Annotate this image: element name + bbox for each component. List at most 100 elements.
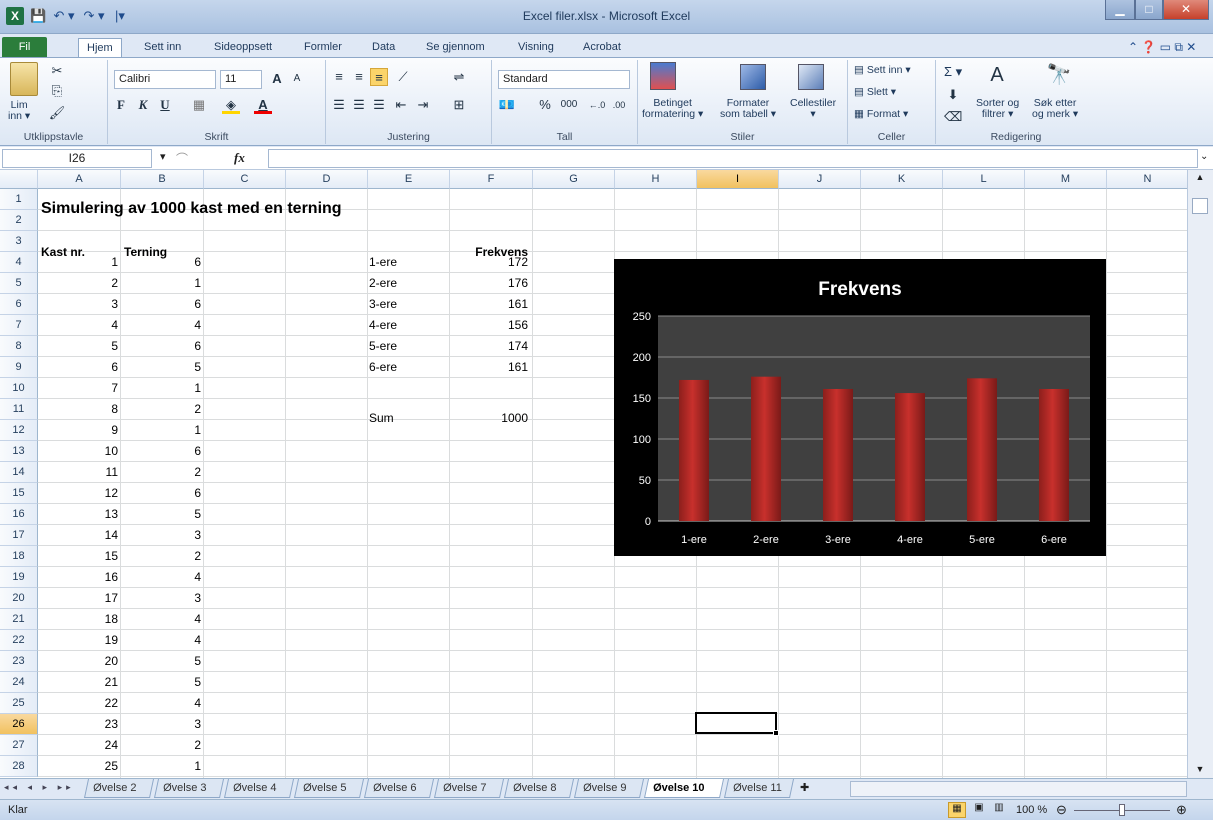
cell-terning[interactable]: 6 (121, 294, 204, 314)
currency-icon[interactable]: 💶 (498, 96, 516, 114)
column-header-l[interactable]: L (943, 170, 1025, 189)
tab-acrobat[interactable]: Acrobat (575, 38, 629, 58)
row-header[interactable]: 3 (0, 231, 38, 252)
merge-center-icon[interactable]: ⊞ (450, 96, 468, 114)
sort-filter-icon[interactable]: A (984, 65, 1010, 92)
cell-terning[interactable]: 4 (121, 693, 204, 713)
cell-terning[interactable]: 6 (121, 252, 204, 272)
row-header[interactable]: 4 (0, 252, 38, 273)
align-bottom-icon[interactable]: ≡ (370, 68, 388, 86)
new-sheet-icon[interactable]: ✚ (800, 781, 809, 794)
cell-kast-nr[interactable]: 24 (38, 735, 121, 755)
expand-formula-bar-icon[interactable]: ⌄ (1200, 151, 1208, 162)
cell-terning[interactable]: 3 (121, 525, 204, 545)
cell-terning[interactable]: 2 (121, 399, 204, 419)
cell-kast-nr[interactable]: 16 (38, 567, 121, 587)
align-top-icon[interactable]: ≡ (330, 68, 348, 86)
insert-cells-button[interactable]: ▤ Sett inn ▾ (854, 64, 911, 76)
cancel-icon[interactable]: ⌒ (176, 150, 188, 167)
cell-terning[interactable]: 2 (121, 462, 204, 482)
font-color-icon[interactable]: A (254, 96, 272, 114)
cell-terning[interactable]: 4 (121, 630, 204, 650)
worksheet-grid[interactable]: ABCDEFGHIJKLMN 1 2 3 4 5 6 7 8 9 10 11 12 13 14 15 16 17… (0, 170, 1187, 778)
column-header-f[interactable]: F (450, 170, 533, 189)
row-header[interactable]: 22 (0, 630, 38, 651)
row-header[interactable]: 2 (0, 210, 38, 231)
cell-kast-nr[interactable]: 10 (38, 441, 121, 461)
row-header[interactable]: 21 (0, 609, 38, 630)
freq-value[interactable]: 161 (448, 357, 531, 377)
decrease-indent-icon[interactable]: ⇤ (392, 96, 410, 114)
tab-formulas[interactable]: Formler (296, 38, 350, 58)
cell-terning[interactable]: 3 (121, 588, 204, 608)
row-header[interactable]: 24 (0, 672, 38, 693)
zoom-in-icon[interactable]: ⊕ (1176, 802, 1187, 818)
cell-kast-nr[interactable]: 21 (38, 672, 121, 692)
freq-label[interactable]: 3-ere (366, 294, 400, 314)
format-cells-button[interactable]: ▦ Format ▾ (854, 108, 908, 120)
freq-value[interactable]: 172 (448, 252, 531, 272)
freq-label[interactable]: 6-ere (366, 357, 400, 377)
cell-terning[interactable]: 5 (121, 357, 204, 377)
sheet-tab[interactable]: Øvelse 9 (573, 779, 645, 798)
format-as-table-icon[interactable] (740, 64, 766, 90)
shrink-font-icon[interactable]: A (288, 70, 306, 88)
italic-button[interactable]: K (134, 96, 152, 114)
name-box[interactable]: I26 (2, 149, 152, 168)
fill-icon[interactable]: ⬇ (944, 86, 962, 104)
frequency-chart[interactable]: Frekvens 0 50 100 150 200 250 1-ere 2-ere 3-ere 4-… (614, 259, 1106, 556)
select-all-corner[interactable] (0, 170, 38, 189)
percent-button[interactable]: % (536, 96, 554, 114)
cell-kast-nr[interactable]: 14 (38, 525, 121, 545)
conditional-formatting-button[interactable]: Betinget formatering ▾ (642, 98, 703, 120)
column-header-g[interactable]: G (533, 170, 615, 189)
sum-label[interactable]: Sum (366, 408, 397, 428)
cell-terning[interactable]: 2 (121, 546, 204, 566)
row-header[interactable]: 19 (0, 567, 38, 588)
column-header-c[interactable]: C (204, 170, 286, 189)
row-header[interactable]: 25 (0, 693, 38, 714)
cell-styles-button[interactable]: Cellestiler ▾ (790, 98, 836, 120)
row-header[interactable]: 5 (0, 273, 38, 294)
cell-terning[interactable]: 5 (121, 504, 204, 524)
cell-kast-nr[interactable]: 12 (38, 483, 121, 503)
number-format-combo[interactable]: Standard (498, 70, 630, 89)
sheet-tab[interactable]: Øvelse 6 (363, 779, 435, 798)
cell-kast-nr[interactable]: 6 (38, 357, 121, 377)
column-header-a[interactable]: A (38, 170, 121, 189)
paste-icon[interactable] (10, 62, 38, 96)
cell-kast-nr[interactable]: 9 (38, 420, 121, 440)
column-header-b[interactable]: B (121, 170, 204, 189)
thousands-button[interactable]: 000 (556, 96, 582, 114)
cell-kast-nr[interactable]: 15 (38, 546, 121, 566)
row-header[interactable]: 26 (0, 714, 38, 735)
row-header[interactable]: 20 (0, 588, 38, 609)
format-as-table-button[interactable]: Formater som tabell ▾ (720, 98, 776, 120)
cell-kast-nr[interactable]: 1 (38, 252, 121, 272)
freq-label[interactable]: 1-ere (366, 252, 400, 272)
cell-terning[interactable]: 4 (121, 609, 204, 629)
cell-kast-nr[interactable]: 17 (38, 588, 121, 608)
row-header[interactable]: 1 (0, 189, 38, 210)
column-header-e[interactable]: E (368, 170, 450, 189)
tab-review[interactable]: Se gjennom (418, 38, 493, 58)
sheet-tab[interactable]: Øvelse 8 (503, 779, 575, 798)
copy-icon[interactable]: ⎘ (48, 82, 66, 100)
column-header-i[interactable]: I (697, 170, 779, 189)
cell-kast-nr[interactable]: 18 (38, 609, 121, 629)
fill-handle[interactable] (773, 730, 779, 736)
cell-kast-nr[interactable]: 8 (38, 399, 121, 419)
row-header[interactable]: 8 (0, 336, 38, 357)
name-box-dropdown-icon[interactable]: ▾ (160, 150, 166, 163)
orientation-icon[interactable]: ⟋ (394, 68, 412, 86)
scroll-down-icon[interactable]: ▼ (1192, 764, 1208, 776)
underline-button[interactable]: U (156, 96, 174, 114)
normal-view-icon[interactable]: ▦ (948, 802, 966, 818)
zoom-level[interactable]: 100 % (1016, 804, 1047, 816)
font-size-combo[interactable]: 11 (220, 70, 262, 89)
cell-terning[interactable]: 4 (121, 315, 204, 335)
align-right-icon[interactable]: ☰ (370, 96, 388, 114)
column-header-m[interactable]: M (1025, 170, 1107, 189)
tab-view[interactable]: Visning (510, 38, 562, 58)
cell-terning[interactable]: 6 (121, 336, 204, 356)
